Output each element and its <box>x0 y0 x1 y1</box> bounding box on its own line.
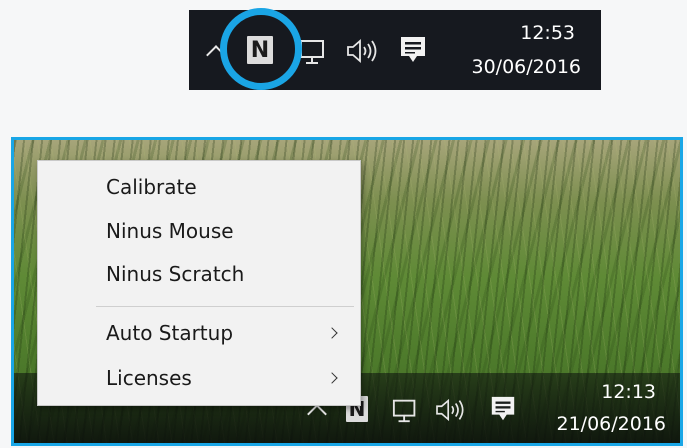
clock-date[interactable]: 21/06/2016 <box>556 413 666 435</box>
clock-time[interactable]: 12:53 <box>520 22 575 44</box>
menu-item-label: Ninus Scratch <box>106 262 245 286</box>
show-hidden-icons-chevron-icon[interactable] <box>307 404 327 424</box>
menu-item-label: Calibrate <box>106 175 197 199</box>
clock-time[interactable]: 12:13 <box>601 381 656 403</box>
clock-date[interactable]: 30/06/2016 <box>471 56 581 78</box>
highlight-circle <box>220 8 302 90</box>
tray-context-menu: Calibrate Ninus Mouse Ninus Scratch Auto… <box>37 160 361 406</box>
menu-separator <box>96 306 354 307</box>
action-center-icon[interactable] <box>489 394 517 424</box>
menu-item-calibrate[interactable]: Calibrate <box>38 167 360 207</box>
action-center-icon[interactable] <box>398 34 428 66</box>
desktop-screenshot-panel: N 12:13 21/06/2016 Calibrate Ninus Mouse… <box>11 137 683 446</box>
volume-icon[interactable] <box>434 396 468 424</box>
chevron-right-icon <box>326 327 338 339</box>
menu-item-auto-startup[interactable]: Auto Startup <box>38 313 360 353</box>
menu-item-licenses[interactable]: Licenses <box>38 358 360 398</box>
network-icon[interactable] <box>392 396 420 424</box>
volume-icon[interactable] <box>345 36 381 66</box>
menu-item-label: Licenses <box>106 366 192 390</box>
menu-item-ninus-mouse[interactable]: Ninus Mouse <box>38 211 360 251</box>
menu-item-label: Ninus Mouse <box>106 219 234 243</box>
network-icon[interactable] <box>299 36 329 66</box>
menu-item-label: Auto Startup <box>106 321 234 345</box>
chevron-right-icon <box>326 372 338 384</box>
menu-item-ninus-scratch[interactable]: Ninus Scratch <box>38 254 360 294</box>
